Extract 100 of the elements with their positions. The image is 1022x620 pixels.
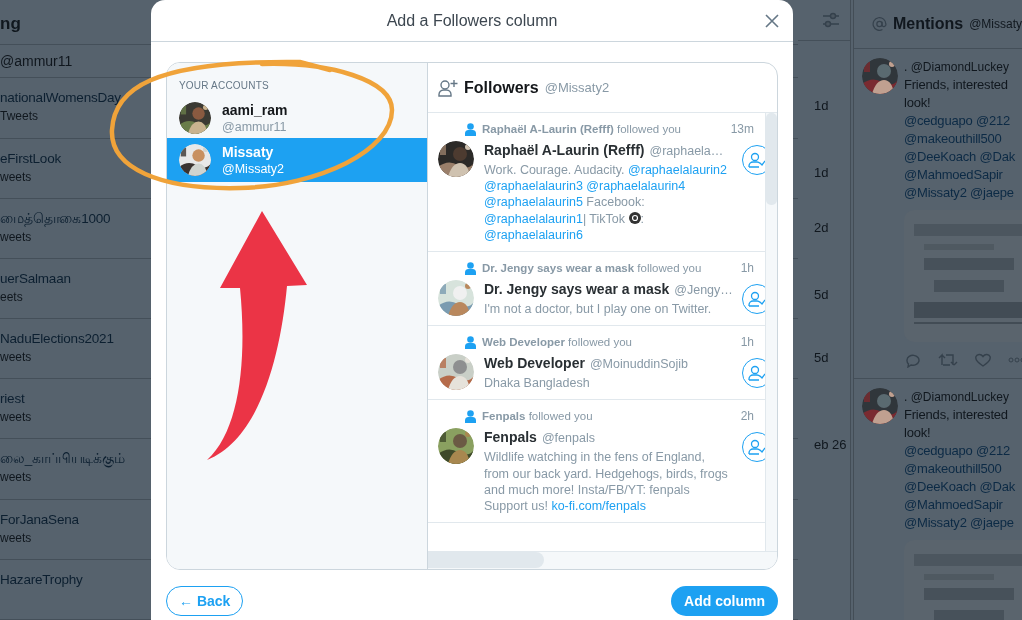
trend-title[interactable]: eFirstLook xyxy=(0,148,62,169)
link[interactable]: @raphaelalaurin4 xyxy=(586,179,686,194)
user-bio: Dhaka Bangladesh xyxy=(484,375,591,392)
followed-notice: Fenpals followed you xyxy=(482,410,593,423)
link[interactable]: ko-fi.com/fenpals xyxy=(551,499,646,514)
retweet-icon[interactable] xyxy=(938,352,958,368)
user-check-icon xyxy=(748,439,765,456)
reply-icon[interactable] xyxy=(904,352,922,368)
mention-links[interactable]: @makeouthill500 xyxy=(904,460,1002,478)
tweet-text: Friends, interested xyxy=(904,406,1008,424)
user-handle: @Jengy… xyxy=(674,282,733,299)
followed-notice: Raphaël A-Laurin (Refff) followed you xyxy=(482,123,681,135)
mention-links[interactable]: @MahmoedSapir xyxy=(904,496,1003,514)
user-name[interactable]: Web Developer xyxy=(484,354,585,374)
tweet-text: look! xyxy=(904,94,931,112)
add-column-button[interactable]: Add column xyxy=(671,586,778,616)
user-name[interactable]: Dr. Jengy says wear a mask xyxy=(484,280,670,299)
link[interactable]: @raphaelalaurin1 xyxy=(484,211,583,226)
timestamp: 5d xyxy=(814,287,829,302)
mention-links[interactable]: @makeouthill500 xyxy=(904,130,1002,148)
section-heading: YOUR ACCOUNTS xyxy=(178,79,270,93)
scrollbar[interactable] xyxy=(765,113,777,551)
timestamp: 1d xyxy=(814,165,829,180)
mention-links[interactable]: @DeeKoach @Dak xyxy=(904,148,1016,166)
scrollbar[interactable] xyxy=(428,551,777,569)
tweet-author[interactable]: . @DiamondLuckey xyxy=(904,390,1009,404)
person-icon xyxy=(465,335,476,349)
sliders-icon[interactable] xyxy=(822,11,840,29)
column-title: ng xyxy=(0,13,21,34)
user-name[interactable]: Fenpals xyxy=(484,428,537,448)
heart-icon[interactable] xyxy=(974,352,992,368)
timestamp: 1h xyxy=(740,261,755,275)
timestamp: eb 26 xyxy=(814,437,847,452)
tweet-count: weets xyxy=(0,469,32,486)
trend-title[interactable]: மைத்தொகை1000 xyxy=(0,208,111,229)
user-bio: I'm not a doctor, but I play one on Twitter. xyxy=(484,301,713,318)
link[interactable]: @raphaelalaurin5 xyxy=(484,195,583,210)
following-button[interactable] xyxy=(742,145,765,175)
timestamp: 2d xyxy=(814,220,829,235)
add-user-icon xyxy=(438,78,458,97)
following-button[interactable] xyxy=(742,284,765,314)
user-check-icon xyxy=(748,365,765,382)
column-account: @Missaty2 xyxy=(544,80,610,95)
trend-title[interactable]: nationalWomensDay xyxy=(0,88,121,109)
tweet-count: weets xyxy=(0,228,32,245)
mention-links[interactable]: @cedguapo @212 xyxy=(904,442,1010,460)
column-account: @Missaty xyxy=(969,17,1022,31)
user-handle: @MoinuddinSojib xyxy=(589,356,689,374)
timestamp: 2h xyxy=(740,409,755,424)
user-handle: @fenpals xyxy=(541,430,595,448)
trend-title[interactable]: NaduElections2021 xyxy=(0,329,114,350)
mention-links[interactable]: @Missaty2 @jaepe xyxy=(904,184,1014,202)
person-icon xyxy=(465,261,476,275)
disc-icon xyxy=(628,211,641,224)
dialog-title: Add a Followers column xyxy=(386,11,558,30)
close-button[interactable] xyxy=(763,12,781,30)
user-bio: Work. Courage. Audacity. @raphaelalaurin2 @raphaelalaurin3 @raphaelalaurin4 @raphaelalaurin5 Facebook: @raphaelalaurin1| TikTok : @raphaelalaurin6 xyxy=(484,162,728,243)
user-check-icon xyxy=(748,291,765,307)
trend-title[interactable]: ForJanaSena xyxy=(0,509,79,530)
tweet-count: weets xyxy=(0,529,32,546)
followed-notice: Dr. Jengy says wear a mask followed you xyxy=(482,262,702,274)
link[interactable]: @raphaelalaurin2 xyxy=(628,163,727,177)
followed-notice: Web Developer followed you xyxy=(482,336,632,349)
following-button[interactable] xyxy=(742,432,765,463)
user-name[interactable]: Raphaël A-Laurin (Refff) xyxy=(484,141,645,160)
tweet-count: Tweets xyxy=(0,108,38,125)
mention-links[interactable]: @cedguapo @212 xyxy=(904,112,1010,130)
person-icon xyxy=(465,409,476,423)
timestamp: 1d xyxy=(814,98,829,113)
at-icon xyxy=(872,14,887,34)
tweet-count: weets xyxy=(0,168,32,185)
timestamp: 5d xyxy=(814,350,829,365)
back-button[interactable]: ← Back xyxy=(166,586,244,616)
link[interactable]: @raphaelalaurin6 xyxy=(484,227,583,242)
following-button[interactable] xyxy=(742,358,765,389)
user-check-icon xyxy=(748,152,765,168)
column-subtitle: @ammur11 xyxy=(0,52,73,69)
trend-title[interactable]: riest xyxy=(0,389,25,410)
timestamp: 1h xyxy=(740,335,755,350)
account-item[interactable]: aami_ram @ammur11 xyxy=(167,98,427,138)
link[interactable]: @raphaelalaurin3 xyxy=(484,179,583,194)
trend-title[interactable]: uerSalmaan xyxy=(0,268,71,289)
more-icon[interactable] xyxy=(1008,357,1022,363)
mention-links[interactable]: @DeeKoach @Dak xyxy=(904,478,1016,496)
person-icon xyxy=(465,122,476,136)
column-title: Mentions xyxy=(892,15,964,33)
tweet-text: look! xyxy=(904,424,931,442)
trend-title[interactable]: HazareTrophy xyxy=(0,569,83,590)
account-item[interactable]: Missaty @Missaty2 xyxy=(167,138,427,182)
tweet-text: Friends, interested xyxy=(904,76,1008,94)
trend-title[interactable]: லை_காப்பியடிக்கும் xyxy=(0,449,125,470)
timestamp: 13m xyxy=(730,122,755,136)
mention-links[interactable]: @Missaty2 @jaepe xyxy=(904,514,1014,532)
tweet-count: eets xyxy=(0,288,23,305)
tweet-count: weets xyxy=(0,409,32,426)
mention-links[interactable]: @MahmoedSapir xyxy=(904,166,1003,184)
tweet-count: weets xyxy=(0,349,32,366)
tweet-author[interactable]: . @DiamondLuckey xyxy=(904,60,1009,74)
column-title: Followers xyxy=(464,78,539,97)
user-bio: Wildlife watching in the fens of England, from our back yard. Hedgehogs, birds, frogs and much more! Insta/FB/YT: fenpals Support us! ko-fi.com/fenpals xyxy=(484,449,729,515)
